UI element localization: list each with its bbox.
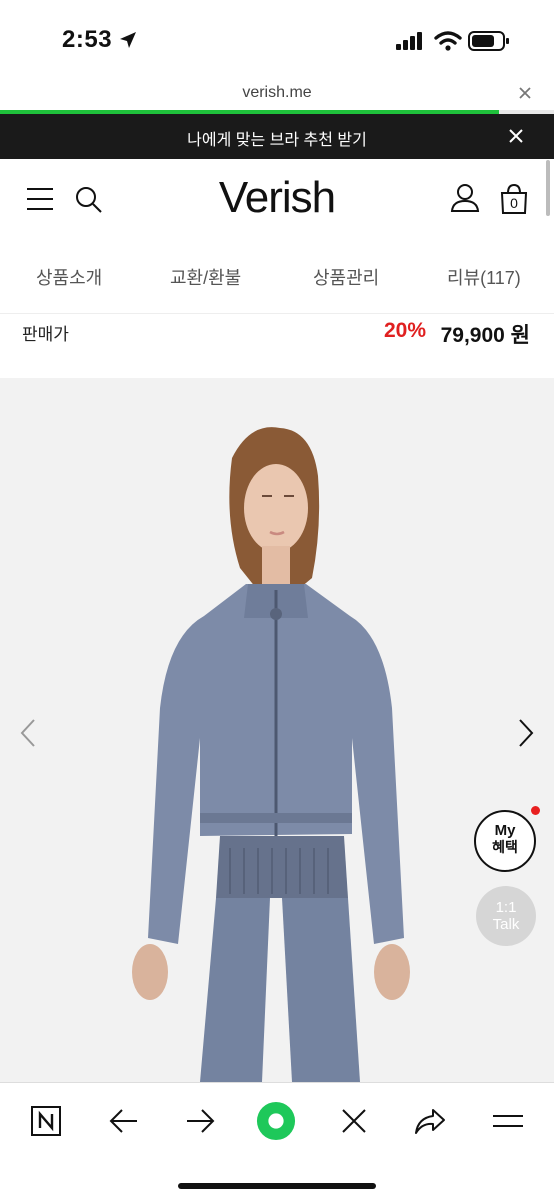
discount-rate: 20% bbox=[383, 319, 426, 342]
tab-reviews[interactable]: 리뷰(117) bbox=[447, 264, 521, 290]
price-label: 판매가 bbox=[22, 325, 69, 344]
close-icon[interactable] bbox=[518, 86, 532, 100]
back-button[interactable] bbox=[104, 1101, 144, 1141]
forward-button[interactable] bbox=[180, 1101, 220, 1141]
carousel-next-icon[interactable] bbox=[514, 718, 536, 748]
promo-banner[interactable]: 나에게 맞는 브라 추천 받기 bbox=[0, 114, 554, 159]
benefit-label-line1: My bbox=[494, 822, 516, 839]
product-image-carousel[interactable]: My 혜택 1:1 Talk bbox=[0, 378, 554, 1082]
browser-url-bar[interactable]: verish.me bbox=[0, 80, 554, 112]
tab-product-intro[interactable]: 상품소개 bbox=[36, 264, 102, 290]
price-row: 판매가 20% 79,900 원 bbox=[0, 314, 554, 378]
status-time: 2:53 bbox=[62, 26, 113, 53]
browser-toolbar bbox=[0, 1082, 554, 1200]
menu-icon bbox=[493, 1115, 523, 1127]
benefit-label-line2: 혜택 bbox=[492, 839, 518, 855]
sale-price: 79,900 원 bbox=[440, 324, 530, 347]
tab-product-care[interactable]: 상품관리 bbox=[313, 264, 379, 290]
close-icon[interactable] bbox=[508, 128, 524, 144]
url-text[interactable]: verish.me bbox=[0, 84, 554, 102]
status-bar: 2:53 bbox=[0, 0, 554, 80]
site-header: Verish 0 bbox=[0, 159, 554, 239]
location-arrow-icon bbox=[120, 32, 136, 48]
close-icon bbox=[342, 1109, 366, 1133]
my-benefit-button[interactable]: My 혜택 bbox=[474, 810, 536, 872]
arrow-right-icon bbox=[187, 1109, 215, 1133]
share-icon bbox=[415, 1109, 445, 1134]
cellular-signal-icon bbox=[396, 32, 422, 50]
more-menu-button[interactable] bbox=[488, 1101, 528, 1141]
battery-icon bbox=[468, 31, 509, 51]
green-dot-button[interactable] bbox=[256, 1101, 296, 1141]
talk-chat-button[interactable]: 1:1 Talk bbox=[476, 886, 536, 946]
home-indicator bbox=[178, 1183, 376, 1189]
product-tabs: 상품소개 교환/환불 상품관리 리뷰(117) bbox=[0, 242, 554, 314]
share-button[interactable] bbox=[410, 1101, 450, 1141]
naver-home-button[interactable] bbox=[26, 1101, 66, 1141]
promo-text[interactable]: 나에게 맞는 브라 추천 받기 bbox=[0, 126, 554, 150]
wifi-icon bbox=[434, 31, 462, 51]
carousel-prev-icon[interactable] bbox=[18, 718, 40, 748]
tab-exchange-refund[interactable]: 교환/환불 bbox=[170, 264, 241, 290]
scrollbar[interactable] bbox=[546, 160, 550, 216]
talk-label-line2: Talk bbox=[492, 916, 520, 933]
cart-count: 0 bbox=[510, 195, 518, 211]
green-dot-icon bbox=[256, 1101, 296, 1141]
arrow-left-icon bbox=[109, 1109, 137, 1133]
close-tab-button[interactable] bbox=[334, 1101, 374, 1141]
product-photo bbox=[132, 427, 410, 1082]
naver-n-icon bbox=[31, 1106, 61, 1136]
notification-dot bbox=[531, 806, 540, 815]
talk-label-line1: 1:1 bbox=[495, 899, 517, 916]
user-icon[interactable] bbox=[450, 183, 480, 213]
